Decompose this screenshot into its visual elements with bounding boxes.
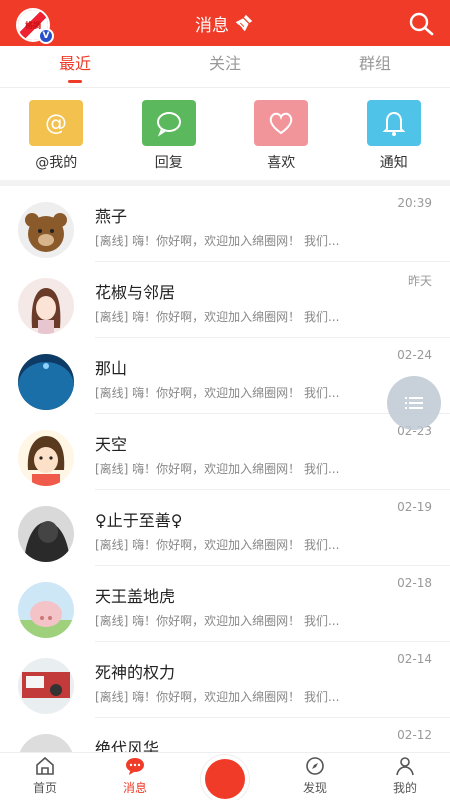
contact-avatar bbox=[18, 658, 74, 714]
conversation-row[interactable]: 燕子 [离线] 嗨！你好啊，欢迎加入绵圈网！ 我们... 20:39 bbox=[0, 186, 450, 262]
message-time: 02-14 bbox=[397, 652, 432, 666]
quick-replies-label: 回复 bbox=[154, 155, 183, 171]
contact-avatar bbox=[18, 430, 74, 486]
nav-profile-label: 我的 bbox=[392, 781, 417, 795]
conversation-row[interactable]: 天王盖地虎 [离线] 嗨！你好啊，欢迎加入绵圈网！ 我们... 02-18 bbox=[0, 566, 450, 642]
publish-button[interactable] bbox=[201, 755, 249, 800]
page-title: 消息 bbox=[195, 15, 229, 36]
nav-discover-label: 发现 bbox=[302, 781, 327, 795]
contact-name: 天空 bbox=[95, 435, 128, 454]
tab-following[interactable]: 关注 bbox=[150, 46, 300, 87]
contact-avatar bbox=[18, 202, 74, 258]
message-time: 20:39 bbox=[397, 196, 432, 210]
contact-name: 天王盖地虎 bbox=[95, 587, 176, 606]
app-root: 格調 V 消息 最近 关注 群组 @ @我的 回复 喜欢 通知 燕子 [离线] … bbox=[0, 0, 450, 800]
quick-likes[interactable]: 喜欢 bbox=[225, 100, 338, 180]
contact-avatar bbox=[18, 278, 74, 334]
list-icon bbox=[405, 397, 423, 409]
conversation-row[interactable]: 那山 [离线] 嗨！你好啊，欢迎加入绵圈网！ 我们... 02-24 bbox=[0, 338, 450, 414]
at-icon: @ bbox=[29, 100, 84, 146]
chat-bubble-icon bbox=[141, 100, 196, 146]
message-icon bbox=[126, 758, 144, 775]
contact-name: 死神的权力 bbox=[95, 663, 176, 682]
nav-messages-label: 消息 bbox=[122, 781, 147, 795]
home-icon bbox=[36, 756, 54, 775]
message-time: 02-19 bbox=[397, 500, 432, 514]
contact-name: 燕子 bbox=[95, 207, 128, 226]
quick-actions: @ @我的 回复 喜欢 通知 bbox=[0, 100, 450, 180]
tab-groups[interactable]: 群组 bbox=[300, 46, 450, 87]
nav-discover[interactable]: 发现 bbox=[270, 753, 360, 800]
message-preview: [离线] 嗨！你好啊，欢迎加入绵圈网！ 我们... bbox=[95, 310, 340, 324]
message-preview: [离线] 嗨！你好啊，欢迎加入绵圈网！ 我们... bbox=[95, 386, 340, 400]
message-time: 02-12 bbox=[397, 728, 432, 742]
conversation-list: 燕子 [离线] 嗨！你好啊，欢迎加入绵圈网！ 我们... 20:39 花椒与邻居… bbox=[0, 186, 450, 794]
nav-home-label: 首页 bbox=[32, 781, 57, 795]
message-tabs: 最近 关注 群组 bbox=[0, 46, 450, 88]
quick-mentions[interactable]: @ @我的 bbox=[0, 100, 113, 180]
message-time: 02-18 bbox=[397, 576, 432, 590]
contact-avatar bbox=[18, 354, 74, 410]
message-preview: [离线] 嗨！你好啊，欢迎加入绵圈网！ 我们... bbox=[95, 234, 340, 248]
message-time: 昨天 bbox=[407, 274, 432, 288]
bell-icon bbox=[366, 100, 421, 146]
quick-likes-label: 喜欢 bbox=[267, 155, 296, 171]
quick-mentions-label: @我的 bbox=[35, 155, 78, 171]
contact-name: ♀止于至善♀ bbox=[95, 511, 183, 530]
message-preview: [离线] 嗨！你好啊，欢迎加入绵圈网！ 我们... bbox=[95, 462, 340, 476]
svg-text:@: @ bbox=[45, 111, 67, 136]
search-icon[interactable] bbox=[408, 11, 434, 37]
message-preview: [离线] 嗨！你好啊，欢迎加入绵圈网！ 我们... bbox=[95, 690, 340, 704]
compass-icon bbox=[306, 757, 324, 775]
quick-notifications-label: 通知 bbox=[379, 155, 408, 171]
floating-menu-button[interactable] bbox=[387, 376, 441, 430]
conversation-row[interactable]: 花椒与邻居 [离线] 嗨！你好啊，欢迎加入绵圈网！ 我们... 昨天 bbox=[0, 262, 450, 338]
tab-recent[interactable]: 最近 bbox=[0, 46, 150, 87]
nav-home[interactable]: 首页 bbox=[0, 753, 90, 800]
conversation-row[interactable]: ♀止于至善♀ [离线] 嗨！你好啊，欢迎加入绵圈网！ 我们... 02-19 bbox=[0, 490, 450, 566]
contact-avatar bbox=[18, 506, 74, 562]
conversation-row[interactable]: 天空 [离线] 嗨！你好啊，欢迎加入绵圈网！ 我们... 02-23 bbox=[0, 414, 450, 490]
verified-badge: V bbox=[38, 28, 54, 44]
heart-icon bbox=[254, 100, 309, 146]
contact-avatar bbox=[18, 582, 74, 638]
conversation-row[interactable]: 死神的权力 [离线] 嗨！你好啊，欢迎加入绵圈网！ 我们... 02-14 bbox=[0, 642, 450, 718]
top-bar: 格調 V 消息 bbox=[0, 0, 450, 46]
message-preview: [离线] 嗨！你好啊，欢迎加入绵圈网！ 我们... bbox=[95, 614, 340, 628]
clear-broom-icon[interactable] bbox=[233, 12, 255, 34]
contact-name: 那山 bbox=[95, 359, 128, 378]
message-time: 02-24 bbox=[397, 348, 432, 362]
user-icon bbox=[396, 757, 414, 776]
nav-profile[interactable]: 我的 bbox=[360, 753, 450, 800]
quick-replies[interactable]: 回复 bbox=[113, 100, 226, 180]
quick-notifications[interactable]: 通知 bbox=[338, 100, 450, 180]
message-preview: [离线] 嗨！你好啊，欢迎加入绵圈网！ 我们... bbox=[95, 538, 340, 552]
publish-dot bbox=[205, 759, 245, 799]
contact-name: 花椒与邻居 bbox=[95, 283, 176, 302]
nav-messages[interactable]: 消息 bbox=[90, 753, 180, 800]
